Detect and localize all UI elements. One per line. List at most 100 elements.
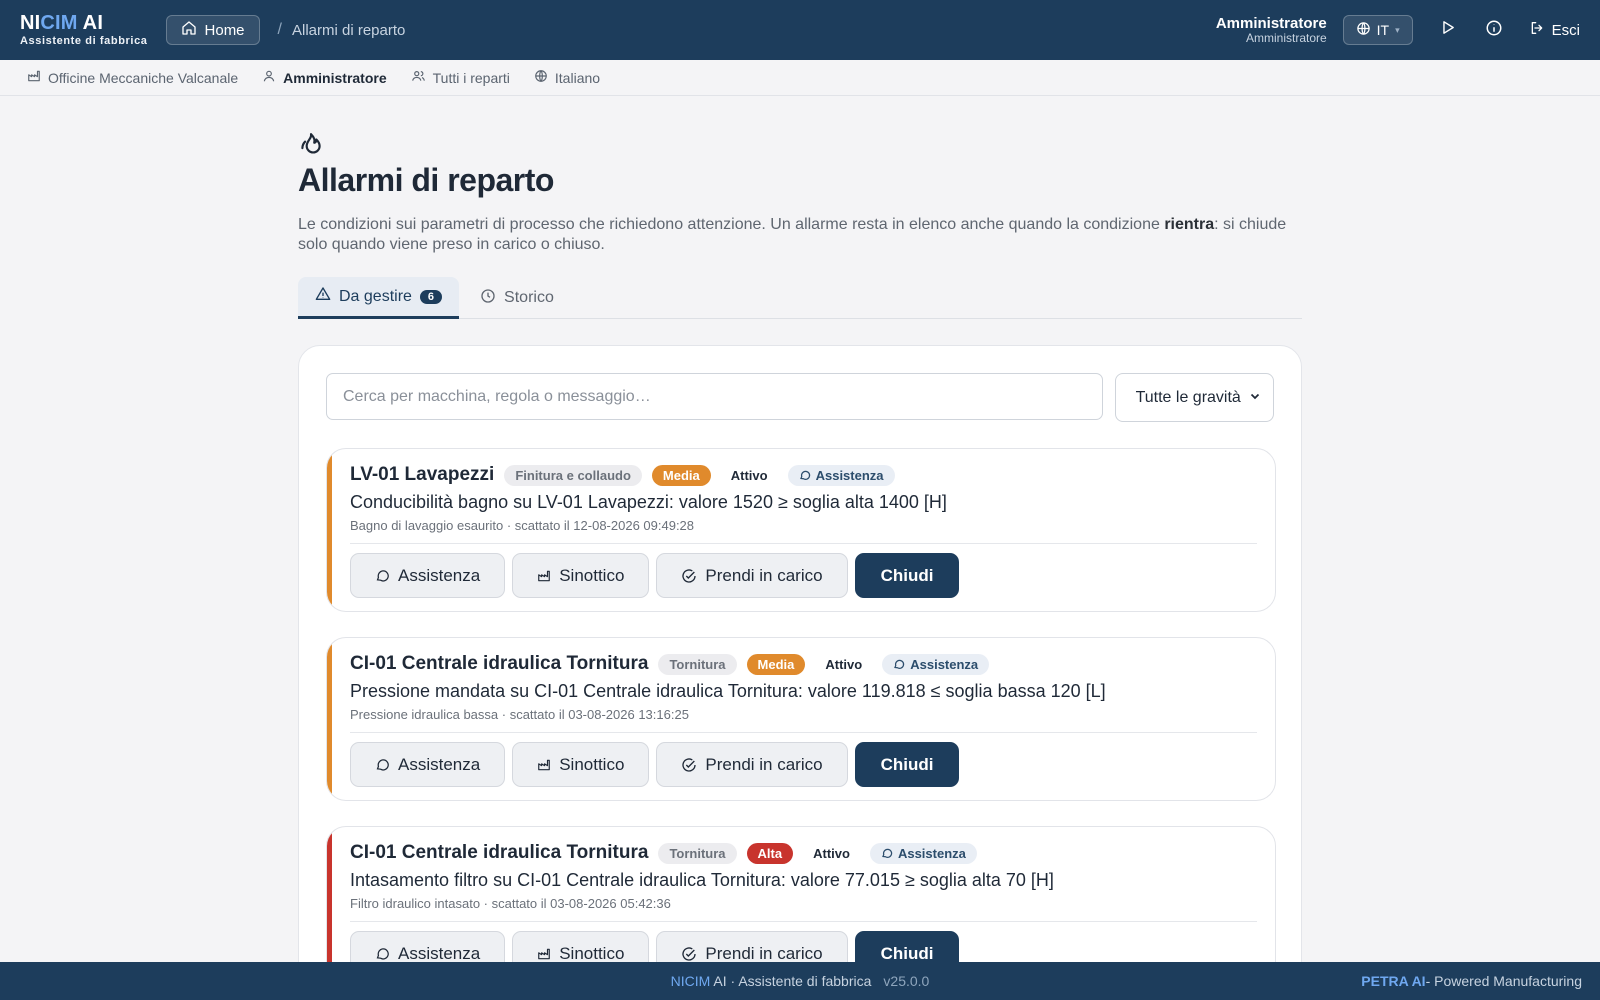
home-icon <box>181 20 197 40</box>
assist-button[interactable]: Assistenza <box>350 742 506 788</box>
chat-icon <box>882 848 893 858</box>
brand-logo[interactable]: NICIM AI Assistente di fabbrica <box>20 13 148 47</box>
chevron-down-icon: ▾ <box>1395 24 1400 35</box>
plant-name: Officine Meccaniche Valcanale <box>48 69 239 86</box>
factory-icon <box>538 570 551 581</box>
chat-icon <box>376 570 389 582</box>
context-bar: Officine Meccaniche Valcanale Amministra… <box>0 60 1600 96</box>
alarm-card: CI-01 Centrale idraulica Tornitura Torni… <box>326 637 1276 802</box>
alarm-meta: Pressione idraulica bassa · scattato il … <box>350 707 689 723</box>
user-info: Amministratore Amministratore <box>1216 16 1327 44</box>
chat-icon <box>376 759 389 771</box>
factory-icon <box>27 69 41 86</box>
tab-label: Da gestire <box>339 287 412 305</box>
severity-badge: Alta <box>746 842 794 864</box>
footer: NICIM AI · Assistente di fabbrica v25.0.… <box>0 962 1600 1000</box>
brand-subtitle: Assistente di fabbrica <box>20 35 148 47</box>
assist-tag: Assistenza <box>869 842 977 864</box>
user-name: Amministratore <box>1215 14 1327 32</box>
language-selector[interactable]: IT ▾ <box>1342 15 1413 45</box>
filter-bar: Cerca per macchina, regola o messaggio… … <box>326 373 1274 423</box>
divider <box>350 921 1257 923</box>
user-context[interactable]: Amministratore <box>262 69 387 86</box>
take-charge-button[interactable]: Prendi in carico <box>656 742 848 788</box>
alarm-message: Pressione mandata su CI-01 Centrale idra… <box>350 681 1106 702</box>
factory-icon <box>538 759 551 770</box>
alarm-meta: Filtro idraulico intasato · scattato il … <box>350 896 671 912</box>
logout-button[interactable]: Esci <box>1529 20 1580 40</box>
machine-name: CI-01 Centrale idraulica Tornitura <box>350 653 649 675</box>
user-context-label: Amministratore <box>283 69 387 86</box>
department-badge: Tornitura <box>658 842 737 864</box>
clock-icon <box>480 288 496 309</box>
info-icon <box>1485 19 1503 42</box>
page-title: Allarmi di reparto <box>298 162 554 198</box>
synoptic-button[interactable]: Sinottico <box>512 742 650 788</box>
language-context[interactable]: Italiano <box>534 69 600 86</box>
home-label: Home <box>204 21 245 39</box>
breadcrumb-separator: / <box>277 21 282 38</box>
tab-storico[interactable]: Storico <box>463 277 571 319</box>
status-badge: Attivo <box>813 845 850 861</box>
divider <box>350 543 1257 545</box>
assist-button[interactable]: Assistenza <box>350 553 506 599</box>
severity-selected: Tutte le gravità <box>1135 388 1241 406</box>
breadcrumb-current: Allarmi di reparto <box>291 21 406 39</box>
user-icon <box>262 69 276 86</box>
plant-selector[interactable]: Officine Meccaniche Valcanale <box>27 69 238 86</box>
close-alarm-button[interactable]: Chiudi <box>854 742 960 788</box>
assist-tag: Assistenza <box>787 464 895 486</box>
assist-tag: Assistenza <box>882 653 990 675</box>
department-badge: Finitura e collaudo <box>504 464 642 486</box>
brand-title: NICIM AI <box>20 12 104 34</box>
user-role: Amministratore <box>1245 30 1327 45</box>
department-selector[interactable]: Tutti i reparti <box>411 69 510 86</box>
page-description: Le condizioni sui parametri di processo … <box>298 216 1287 253</box>
count-badge: 6 <box>419 289 443 304</box>
top-bar: NICIM AI Assistente di fabbrica Home / A… <box>0 0 1600 60</box>
chevron-down-icon <box>1249 389 1261 407</box>
home-button[interactable]: Home <box>165 15 260 45</box>
logout-label: Esci <box>1551 21 1580 39</box>
footer-version: v25.0.0 <box>883 973 930 989</box>
language-code: IT <box>1376 22 1390 38</box>
logout-icon <box>1529 20 1545 40</box>
divider <box>350 732 1257 734</box>
play-button[interactable] <box>1431 13 1465 47</box>
severity-select[interactable]: Tutte le gravità <box>1114 373 1274 423</box>
chat-icon <box>799 470 810 480</box>
alarm-message: Conducibilità bagno su LV-01 Lavapezzi: … <box>350 492 947 513</box>
alarms-panel: Cerca per macchina, regola o messaggio… … <box>298 345 1302 996</box>
take-charge-button[interactable]: Prendi in carico <box>656 553 848 599</box>
users-icon <box>411 69 426 86</box>
language-label: Italiano <box>554 69 601 86</box>
check-circle-icon <box>682 946 697 961</box>
tab-da-gestire[interactable]: Da gestire 6 <box>298 277 460 320</box>
tab-bar: Da gestire 6 Storico <box>298 277 1302 320</box>
footer-app-name: NICIM AI · Assistente di fabbrica <box>670 973 872 989</box>
info-button[interactable] <box>1477 13 1511 47</box>
chat-icon <box>894 659 905 669</box>
alarm-meta: Bagno di lavaggio esaurito · scattato il… <box>350 518 695 534</box>
department-label: Tutti i reparti <box>432 69 510 86</box>
chat-icon <box>376 948 389 960</box>
flame-icon <box>298 132 1302 160</box>
search-input[interactable]: Cerca per macchina, regola o messaggio… <box>326 373 1103 421</box>
severity-accent <box>327 449 332 612</box>
tab-label: Storico <box>504 289 554 307</box>
play-icon <box>1439 19 1456 41</box>
synoptic-button[interactable]: Sinottico <box>512 553 650 599</box>
footer-powered-by: PETRA AI - Powered Manufacturing <box>1361 973 1582 989</box>
severity-badge: Media <box>746 653 806 675</box>
main-content: Allarmi di reparto Le condizioni sui par… <box>298 96 1302 996</box>
severity-badge: Media <box>651 464 711 486</box>
globe-icon <box>534 69 548 86</box>
machine-name: LV-01 Lavapezzi <box>350 464 495 486</box>
warning-icon <box>315 286 331 307</box>
status-badge: Attivo <box>825 656 863 672</box>
status-badge: Attivo <box>730 467 768 483</box>
globe-icon <box>1356 21 1371 39</box>
check-circle-icon <box>682 568 697 583</box>
close-alarm-button[interactable]: Chiudi <box>854 553 960 599</box>
alarm-card: LV-01 Lavapezzi Finitura e collaudo Medi… <box>326 448 1276 613</box>
